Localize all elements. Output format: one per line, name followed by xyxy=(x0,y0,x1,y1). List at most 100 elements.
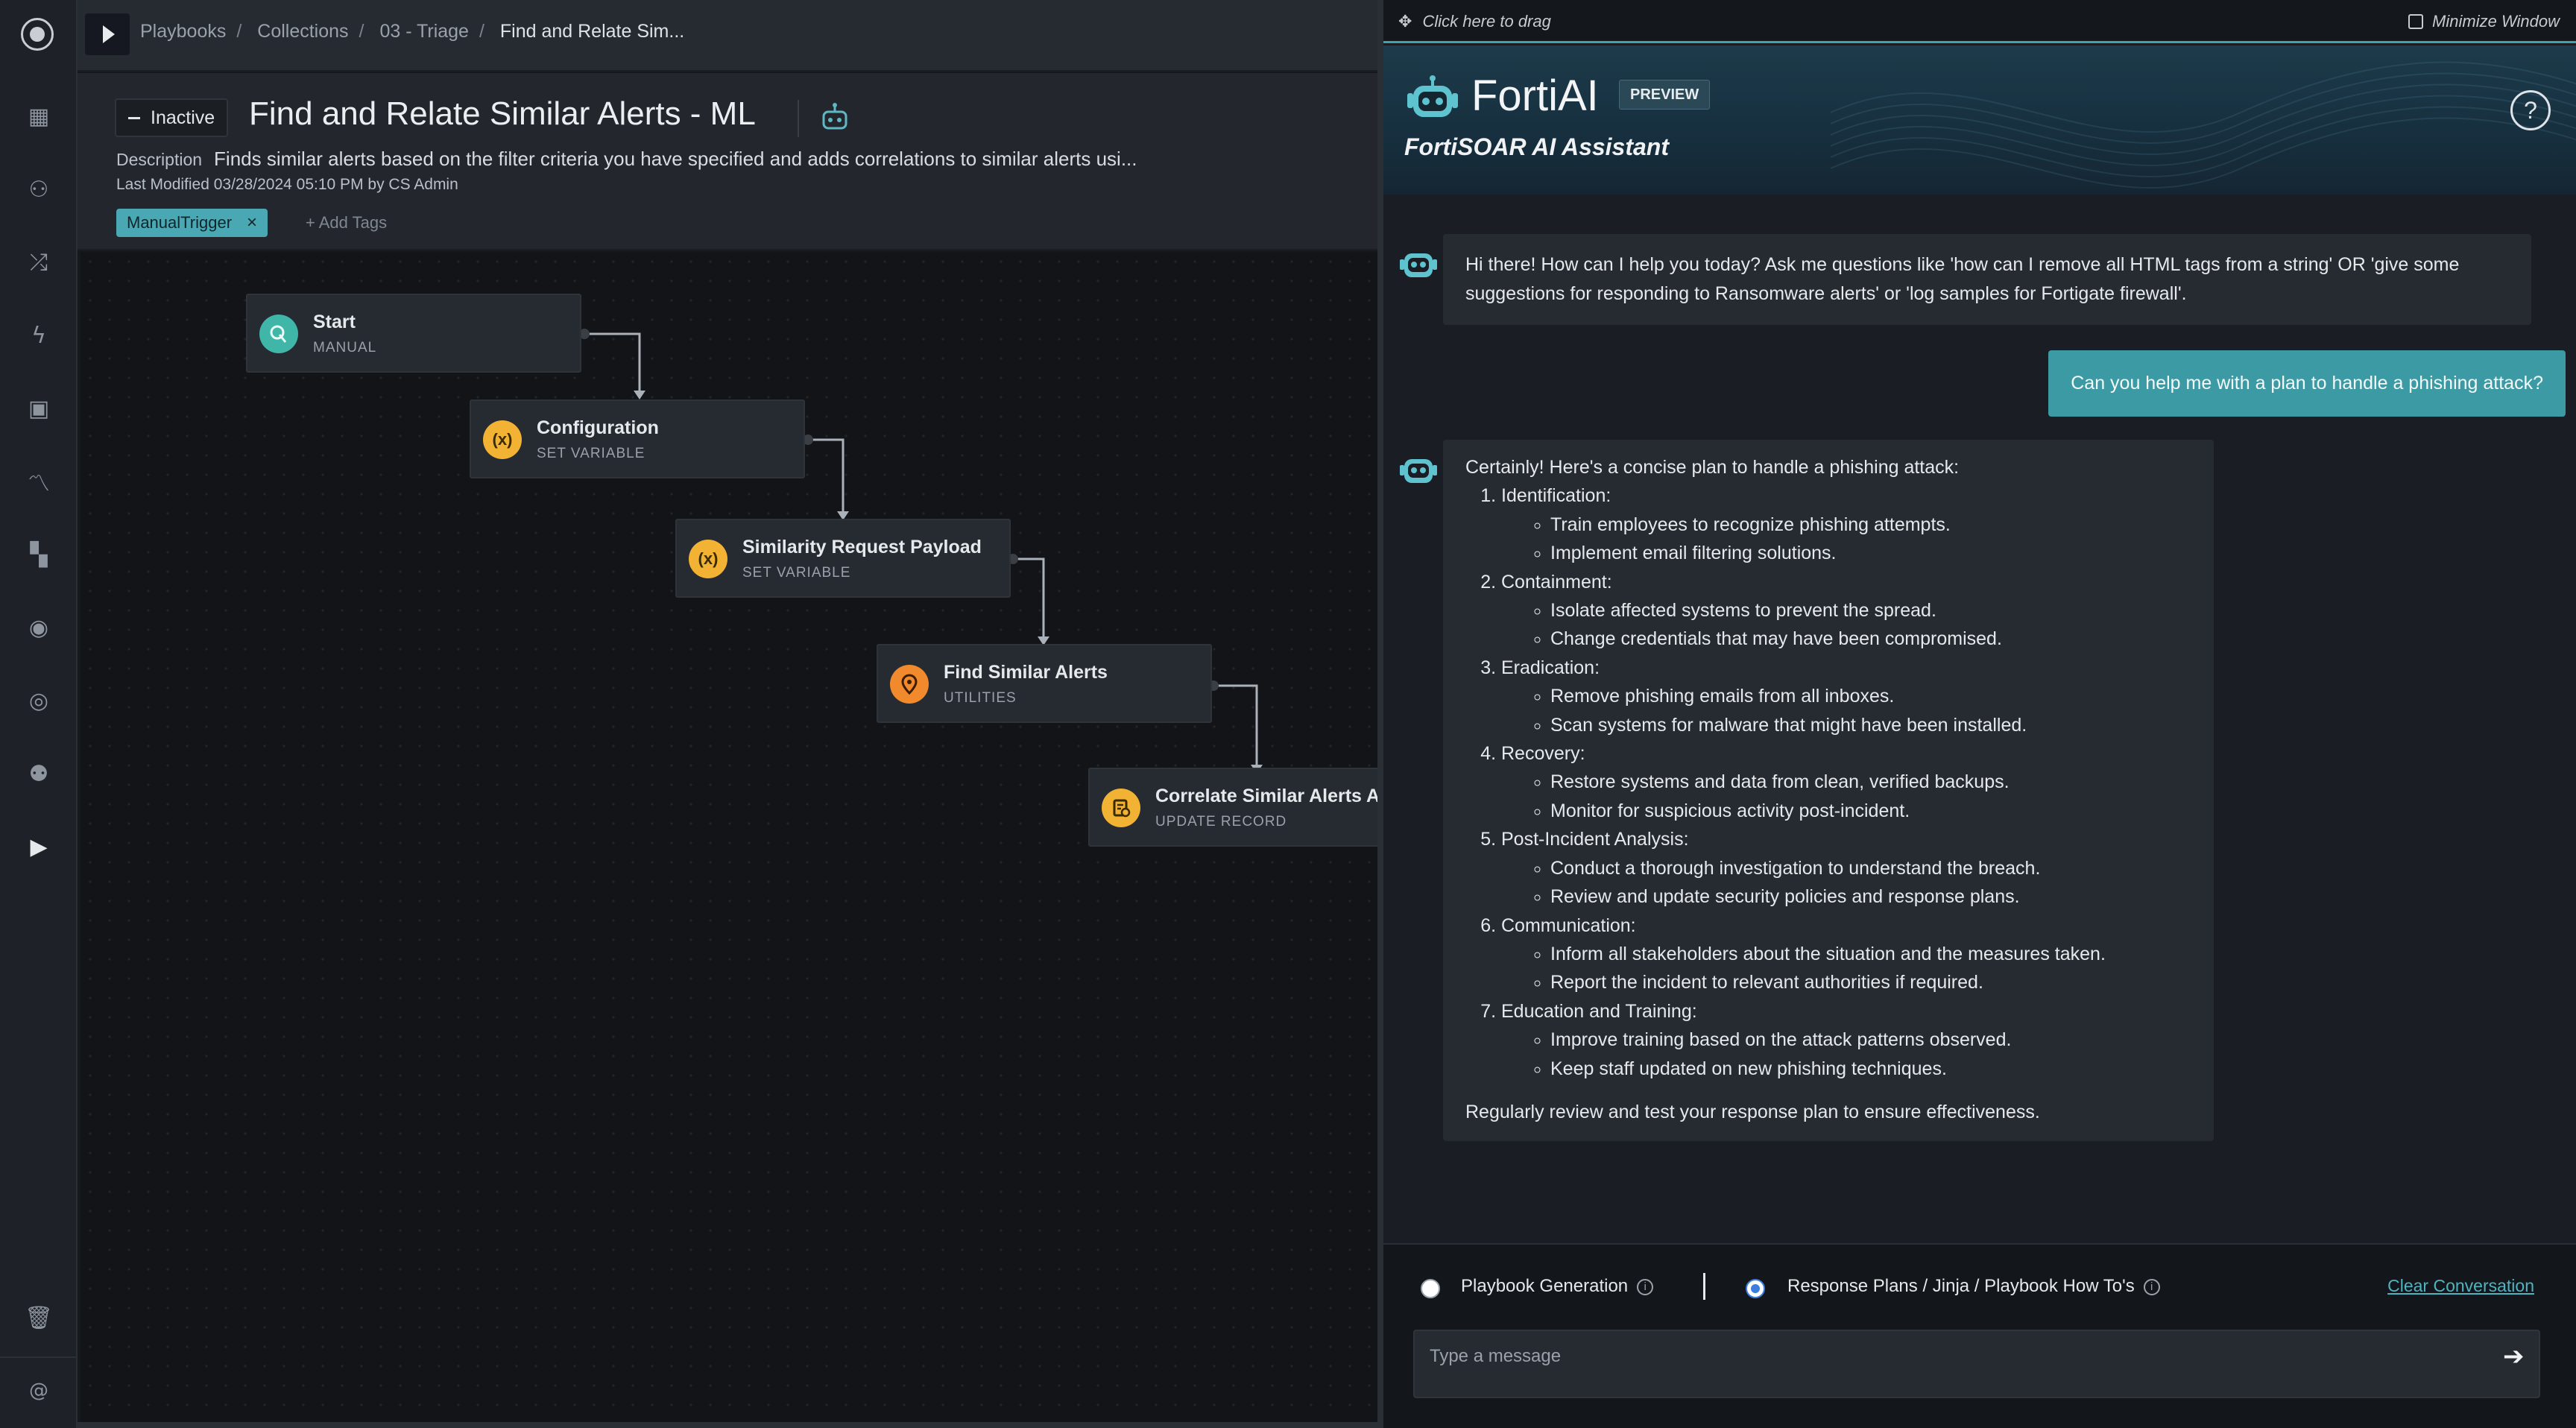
breadcrumb-collections[interactable]: Collections xyxy=(257,21,348,42)
option-label: Response Plans / Jinja / Playbook How To… xyxy=(1787,1276,2135,1296)
assistant-drag-bar[interactable]: ✥ Click here to drag Minimize Window xyxy=(1383,0,2576,43)
plan-item: Scan systems for malware that might have… xyxy=(1550,711,2191,739)
plan-step: Recovery: Restore systems and data from … xyxy=(1501,739,2191,825)
connector-find-correlate xyxy=(1213,684,1258,766)
briefcase-icon[interactable]: ▣ xyxy=(24,394,54,423)
drag-hint: Click here to drag xyxy=(1422,12,1551,31)
plan-step: Post-Incident Analysis: Conduct a thorou… xyxy=(1501,825,2191,911)
step-title: Start xyxy=(313,312,356,332)
variable-icon: (x) xyxy=(483,420,522,459)
bot-avatar-icon xyxy=(1400,459,1437,483)
drag-handle[interactable]: ✥ Click here to drag xyxy=(1398,12,1551,31)
canvas-bottom-border xyxy=(78,1422,1377,1428)
minimize-icon xyxy=(2408,14,2424,29)
step-type: UTILITIES xyxy=(944,690,1017,706)
last-modified: Last Modified 03/28/2024 05:10 PM by CS … xyxy=(116,176,458,193)
message-text: Can you help me with a plan to handle a … xyxy=(2071,373,2543,394)
dashboard-icon[interactable]: ▦ xyxy=(24,101,54,131)
step-title: Correlate Similar Alerts A... xyxy=(1155,786,1395,806)
fortiai-robot-button[interactable] xyxy=(817,101,853,134)
users-icon[interactable]: ⚉ xyxy=(24,759,54,789)
step-correlate-similar-alerts[interactable]: Correlate Similar Alerts A... UPDATE REC… xyxy=(1088,768,1395,847)
connector-payload-find xyxy=(1013,557,1045,638)
bot-avatar-icon xyxy=(1400,253,1437,277)
assistant-brand: FortiAI xyxy=(1471,72,1599,120)
minimize-window-button[interactable]: Minimize Window xyxy=(2408,12,2560,31)
robot-icon xyxy=(822,103,847,130)
update-record-icon xyxy=(1102,789,1140,827)
globe-icon[interactable]: ◎ xyxy=(24,686,54,715)
expand-play-button[interactable] xyxy=(85,13,130,55)
bot-message-greeting: Hi there! How can I help you today? Ask … xyxy=(1443,234,2531,325)
info-icon[interactable]: i xyxy=(2143,1279,2160,1295)
info-icon[interactable]: i xyxy=(1637,1279,1654,1295)
step-type: MANUAL xyxy=(313,340,377,356)
assistant-subtitle: FortiSOAR AI Assistant xyxy=(1404,133,1669,160)
pane-splitter[interactable] xyxy=(1377,0,1383,1428)
message-input[interactable]: Type a message xyxy=(1413,1330,2540,1398)
apps-icon[interactable]: ▚ xyxy=(24,540,54,569)
breadcrumb-current: Find and Relate Sim... xyxy=(499,21,685,42)
chat-composer: Playbook Generation i Response Plans / Ji… xyxy=(1383,1243,2576,1428)
plan-item: Isolate affected systems to prevent the … xyxy=(1550,596,2191,625)
status-toggle[interactable]: Inactive xyxy=(115,98,229,137)
chat-history[interactable]: Hi there! How can I help you today? Ask … xyxy=(1383,195,2576,1243)
bolt-icon[interactable]: ϟ xyxy=(24,320,54,350)
inactive-dash-icon xyxy=(128,116,140,119)
step-type: SET VARIABLE xyxy=(742,565,851,581)
clear-conversation-link[interactable]: Clear Conversation xyxy=(2387,1276,2534,1296)
description-row: Description Finds similar alerts based on… xyxy=(116,148,1137,171)
add-tags-button[interactable]: + Add Tags xyxy=(306,213,387,233)
plan-item: Restore systems and data from clean, ver… xyxy=(1550,768,2191,796)
shield-icon[interactable]: ◉ xyxy=(24,613,54,642)
playbook-header: Inactive Find and Relate Similar Alerts … xyxy=(78,73,1377,250)
step-similarity-request-payload[interactable]: (x) Similarity Request Payload SET VARIA… xyxy=(675,519,1011,598)
plan-step-title: Recovery: xyxy=(1501,743,1585,765)
radio-playbook-generation[interactable] xyxy=(1421,1279,1440,1298)
plan-item: Improve training based on the attack pat… xyxy=(1550,1026,2191,1054)
status-label: Inactive xyxy=(151,107,215,128)
radio-response-plans[interactable] xyxy=(1746,1279,1765,1298)
shuffle-icon[interactable]: ⤮ xyxy=(24,247,54,277)
remove-tag-icon[interactable]: × xyxy=(247,212,257,233)
plan-step: Education and Training: Improve training… xyxy=(1501,997,2191,1083)
chart-icon[interactable]: 〽 xyxy=(24,467,54,497)
arrowhead xyxy=(634,391,645,399)
plan-step-title: Eradication: xyxy=(1501,657,1600,678)
playbook-canvas[interactable]: Start MANUAL (x) Configuration SET VARIA… xyxy=(80,252,1395,1424)
step-start[interactable]: Start MANUAL xyxy=(246,294,581,373)
plan-step-title: Communication: xyxy=(1501,914,1636,936)
plan-item: Conduct a thorough investigation to unde… xyxy=(1550,854,2191,882)
plan-step-items: Improve training based on the attack pat… xyxy=(1501,1026,2191,1083)
at-icon[interactable]: @ xyxy=(24,1376,54,1406)
plan-step-title: Identification: xyxy=(1501,485,1611,507)
preview-badge: PREVIEW xyxy=(1619,80,1711,110)
bot-message-plan: Certainly! Here's a concise plan to hand… xyxy=(1443,440,2214,1142)
queue-icon[interactable]: ⚇ xyxy=(24,174,54,204)
step-title: Configuration xyxy=(537,417,659,438)
variable-icon: (x) xyxy=(689,540,727,578)
move-icon: ✥ xyxy=(1398,12,1412,31)
send-arrow-icon[interactable]: ➔ xyxy=(2503,1342,2533,1371)
step-find-similar-alerts[interactable]: Find Similar Alerts UTILITIES xyxy=(877,644,1212,723)
plan-item: Keep staff updated on new phishing techn… xyxy=(1550,1055,2191,1083)
step-type: UPDATE RECORD xyxy=(1155,814,1287,830)
plan-step: Identification: Train employees to recog… xyxy=(1501,481,2191,567)
plan-item: Monitor for suspicious activity post-inc… xyxy=(1550,797,2191,825)
play-icon[interactable]: ▶ xyxy=(24,832,54,862)
breadcrumb-triage[interactable]: 03 - Triage xyxy=(379,21,469,42)
playbook-title[interactable]: Find and Relate Similar Alerts - ML xyxy=(249,95,756,133)
step-configuration[interactable]: (x) Configuration SET VARIABLE xyxy=(470,399,805,478)
fortisoar-logo-icon[interactable] xyxy=(21,18,54,51)
breadcrumb-playbooks[interactable]: Playbooks xyxy=(140,21,226,42)
step-title: Similarity Request Payload xyxy=(742,537,982,557)
description-text[interactable]: Finds similar alerts based on the filter… xyxy=(214,148,1137,170)
left-nav-rail: ▦ ⚇ ⤮ ϟ ▣ 〽 ▚ ◉ ◎ ⚉ ▶ 🗑 @ xyxy=(0,0,78,1428)
option-response-plans[interactable]: Response Plans / Jinja / Playbook How To… xyxy=(1787,1276,2160,1297)
option-playbook-generation[interactable]: Playbook Generation i xyxy=(1461,1276,1654,1297)
trigger-icon xyxy=(259,315,298,353)
plan-step-items: Restore systems and data from clean, ver… xyxy=(1501,768,2191,825)
help-button[interactable]: ? xyxy=(2510,90,2551,130)
connector-start-config xyxy=(584,332,641,392)
trash-icon[interactable]: 🗑 xyxy=(24,1303,54,1333)
